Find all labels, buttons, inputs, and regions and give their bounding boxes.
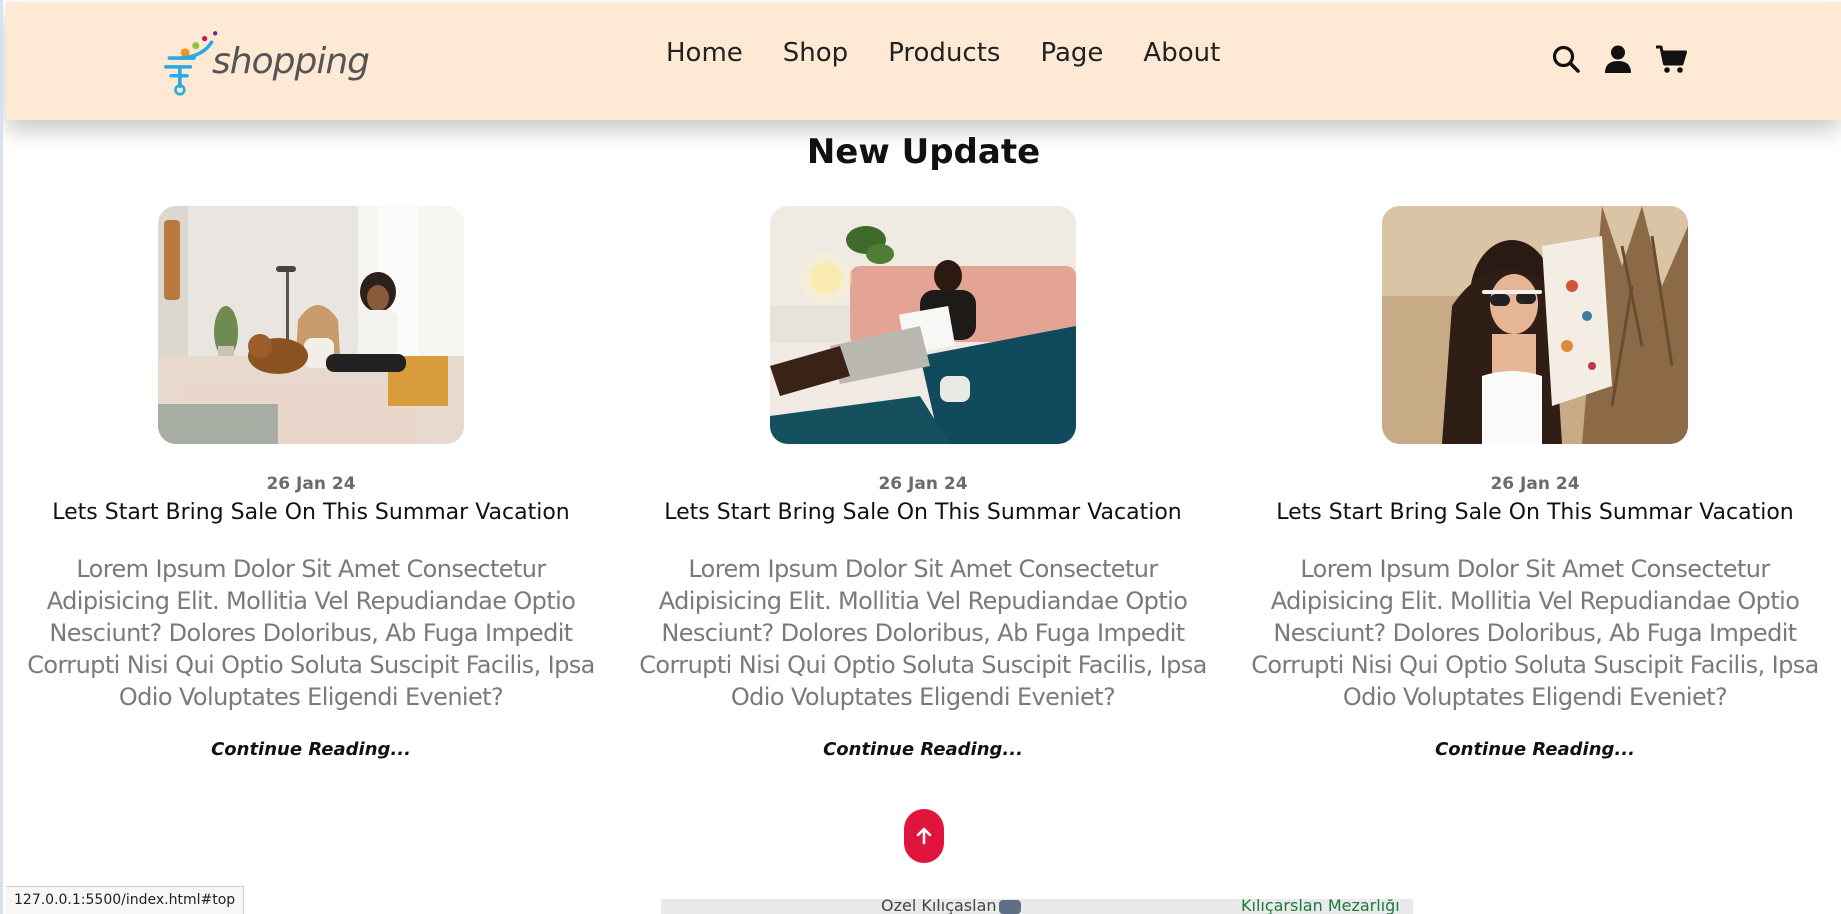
nav-products[interactable]: Products (888, 38, 1000, 68)
arrow-up-icon (916, 827, 932, 845)
photo-man-reading (770, 206, 1076, 444)
blog-card: 26 Jan 24 Lets Start Bring Sale On This … (617, 206, 1229, 760)
blog-card: 26 Jan 24 Lets Start Bring Sale On This … (5, 206, 617, 760)
blog-card-title: Lets Start Bring Sale On This Summar Vac… (52, 500, 570, 525)
user-icon[interactable] (1603, 44, 1633, 74)
blog-card-image[interactable] (770, 206, 1076, 444)
photo-bedroom-friends (158, 206, 464, 444)
blog-card: 26 Jan 24 Lets Start Bring Sale On This … (1229, 206, 1841, 760)
scroll-to-top-button[interactable] (904, 809, 944, 863)
blog-card-excerpt: Lorem Ipsum Dolor Sit Amet Consectetur A… (27, 555, 595, 711)
cart-icon[interactable] (1655, 44, 1687, 74)
header-actions (1551, 44, 1687, 74)
main-nav: Home Shop Products Page About (666, 38, 1220, 68)
map-label-cemetery: Kılıçarslan Mezarlığı (1241, 899, 1400, 914)
blog-card-date: 26 Jan 24 (1490, 474, 1580, 494)
blog-card-image[interactable] (1382, 206, 1688, 444)
page: shopping Home Shop Products Page About N… (0, 0, 1841, 914)
nav-page[interactable]: Page (1040, 38, 1103, 68)
brand-name: shopping (212, 41, 370, 82)
blog-card-image[interactable] (158, 206, 464, 444)
blog-card-title: Lets Start Bring Sale On This Summar Vac… (664, 500, 1182, 525)
site-header: shopping Home Shop Products Page About (6, 2, 1841, 120)
nav-shop[interactable]: Shop (783, 38, 848, 68)
search-icon[interactable] (1551, 44, 1581, 74)
blog-card-date: 26 Jan 24 (266, 474, 356, 494)
continue-reading-link[interactable]: Continue Reading... (211, 739, 411, 760)
blog-card-title: Lets Start Bring Sale On This Summar Vac… (1276, 500, 1794, 525)
continue-reading-link[interactable]: Continue Reading... (823, 739, 1023, 760)
map-label-place: Özel Kılıçaslan (881, 899, 997, 914)
blog-card-date: 26 Jan 24 (878, 474, 968, 494)
brand-logo[interactable]: shopping (164, 16, 370, 101)
map-pin-icon (999, 900, 1021, 914)
browser-status-bar: 127.0.0.1:5500/index.html#top (6, 886, 245, 914)
photo-woman-beach (1382, 206, 1688, 444)
nav-home[interactable]: Home (666, 38, 743, 68)
nav-about[interactable]: About (1143, 38, 1220, 68)
map-embed[interactable]: Özel Kılıçaslan Kılıçarslan Mezarlığı (661, 899, 1413, 914)
blog-card-excerpt: Lorem Ipsum Dolor Sit Amet Consectetur A… (639, 555, 1207, 711)
blog-card-excerpt: Lorem Ipsum Dolor Sit Amet Consectetur A… (1251, 555, 1819, 711)
continue-reading-link[interactable]: Continue Reading... (1435, 739, 1635, 760)
section-title: New Update (806, 132, 1041, 172)
